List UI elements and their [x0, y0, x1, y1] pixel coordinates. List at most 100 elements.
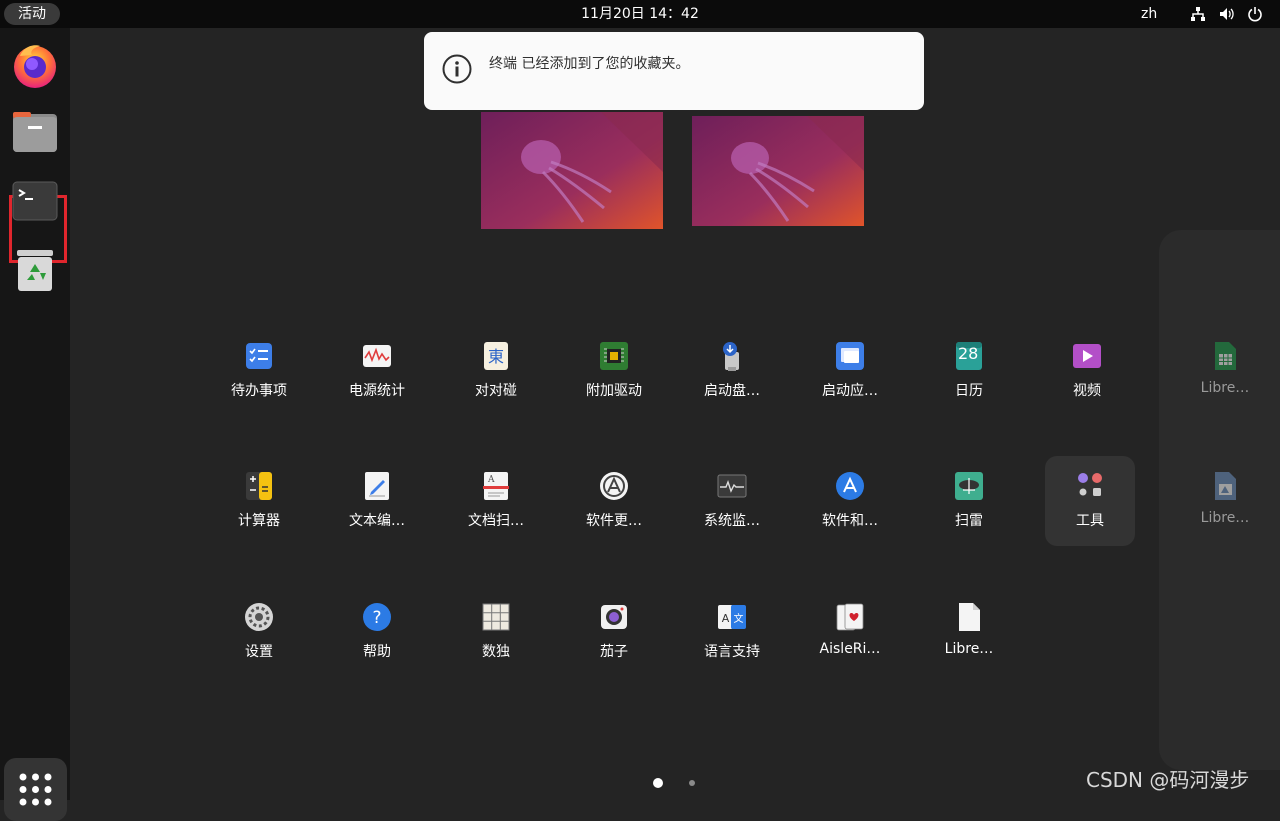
- sudoku-icon: [482, 603, 510, 631]
- app-startup-disk-creator[interactable]: 启动盘…: [687, 326, 777, 416]
- usb-disk-icon: [723, 342, 739, 371]
- app-cheese[interactable]: 茄子: [569, 587, 659, 677]
- app-todo[interactable]: 待办事项: [214, 326, 304, 416]
- grid-icon: [19, 773, 52, 806]
- power-statistics-icon: [363, 345, 391, 367]
- power-icon[interactable]: [1247, 6, 1263, 22]
- utilities-folder-icon: [1078, 473, 1102, 496]
- app-libreoffice[interactable]: Libre…: [924, 587, 1014, 677]
- spreadsheet-icon: [1215, 342, 1236, 370]
- app-calculator[interactable]: 计算器: [214, 456, 304, 546]
- app-mahjongg[interactable]: 東 对对碰: [451, 326, 541, 416]
- notification-banner[interactable]: 终端 已经添加到了您的收藏夹。: [424, 32, 924, 110]
- app-system-monitor[interactable]: 系统监…: [687, 456, 777, 546]
- calendar-day: 28: [958, 344, 979, 363]
- app-label: 设置: [245, 644, 273, 660]
- app-libreoffice-calc[interactable]: Libre…: [1180, 326, 1270, 416]
- app-startup-applications[interactable]: 启动应…: [805, 326, 895, 416]
- workspace-thumbnail-1[interactable]: [481, 112, 663, 229]
- startup-apps-icon: [836, 342, 864, 370]
- app-label: AisleRi…: [819, 641, 881, 657]
- svg-text:A: A: [722, 612, 730, 625]
- app-mines[interactable]: 扫雷: [924, 456, 1014, 546]
- files-icon[interactable]: [10, 106, 60, 156]
- app-label: 视频: [1073, 383, 1101, 399]
- app-libreoffice-draw[interactable]: Libre…: [1180, 456, 1270, 546]
- app-folder-utilities[interactable]: 工具: [1045, 456, 1135, 546]
- clock-area: 11月20日 14：42: [0, 0, 1280, 28]
- app-software-and-updates[interactable]: 软件和…: [805, 456, 895, 546]
- app-label: 启动应…: [822, 383, 878, 399]
- app-settings[interactable]: 设置: [214, 587, 304, 677]
- watermark: CSDN @码河漫步: [1086, 768, 1250, 792]
- activities-button[interactable]: 活动: [4, 3, 60, 25]
- app-additional-drivers[interactable]: 附加驱动: [569, 326, 659, 416]
- app-label: 软件和…: [822, 513, 878, 529]
- firefox-icon[interactable]: [10, 40, 60, 90]
- text-editor-icon: [365, 472, 389, 500]
- help-icon: ?: [363, 603, 391, 631]
- scanner-icon: A: [483, 472, 509, 500]
- app-label: 待办事项: [231, 383, 287, 399]
- volume-icon[interactable]: [1219, 6, 1235, 22]
- mines-icon: [955, 472, 983, 500]
- software-updates-icon: [836, 472, 864, 500]
- software-updater-icon: [600, 472, 628, 500]
- svg-text:文: 文: [734, 612, 744, 625]
- mahjongg-icon: 東: [484, 342, 508, 370]
- app-text-editor[interactable]: 文本编…: [332, 456, 422, 546]
- app-label: 文档扫…: [468, 513, 524, 529]
- app-label: 日历: [955, 383, 983, 399]
- info-icon: [442, 54, 472, 84]
- terminal-icon[interactable]: [10, 176, 60, 226]
- svg-text:A: A: [487, 475, 495, 485]
- video-icon: [1073, 344, 1101, 368]
- app-sudoku[interactable]: 数独: [451, 587, 541, 677]
- app-videos[interactable]: 视频: [1042, 326, 1132, 416]
- system-monitor-icon: [717, 474, 747, 498]
- webcam-icon: [601, 605, 627, 629]
- chip-icon: [600, 342, 628, 370]
- show-applications-button[interactable]: [4, 758, 67, 821]
- app-label: 工具: [1076, 513, 1104, 529]
- page-dot-2[interactable]: [689, 780, 695, 786]
- app-calendar[interactable]: 28 日历: [924, 326, 1014, 416]
- app-label: 系统监…: [704, 513, 760, 529]
- app-label: 计算器: [238, 513, 280, 529]
- app-label: 扫雷: [955, 513, 983, 529]
- svg-text:?: ?: [372, 608, 381, 628]
- svg-text:東: 東: [488, 347, 504, 366]
- app-label: 对对碰: [475, 383, 517, 399]
- app-software-updater[interactable]: 软件更…: [569, 456, 659, 546]
- network-icon[interactable]: [1190, 6, 1206, 22]
- settings-gear-icon: [245, 603, 273, 631]
- app-power-statistics[interactable]: 电源统计: [332, 326, 422, 416]
- app-label: 附加驱动: [586, 383, 642, 399]
- calculator-icon: [246, 472, 272, 500]
- app-label: 数独: [482, 644, 510, 660]
- app-label: Libre…: [1200, 510, 1250, 526]
- notification-text: 终端 已经添加到了您的收藏夹。: [489, 56, 690, 72]
- workspace-thumbnail-2[interactable]: [692, 116, 864, 226]
- top-bar: 活动 11月20日 14：42 zh: [0, 0, 1280, 28]
- document-icon: [959, 603, 980, 631]
- language-icon: A 文: [718, 605, 746, 629]
- app-label: 帮助: [363, 644, 391, 660]
- app-label: Libre…: [944, 641, 994, 657]
- dock: [0, 28, 70, 821]
- todo-icon: [246, 343, 272, 369]
- app-document-scanner[interactable]: A 文档扫…: [451, 456, 541, 546]
- drawing-doc-icon: [1215, 472, 1236, 500]
- app-label: 软件更…: [586, 513, 642, 529]
- app-label: 语言支持: [704, 644, 760, 660]
- app-label: Libre…: [1200, 380, 1250, 396]
- input-language-indicator[interactable]: zh: [1141, 0, 1157, 28]
- trash-icon[interactable]: [10, 246, 60, 296]
- clock[interactable]: 11月20日 14：42: [581, 6, 699, 22]
- page-dot-1[interactable]: [653, 778, 663, 788]
- app-label: 茄子: [600, 644, 628, 660]
- app-label: 启动盘…: [704, 383, 760, 399]
- app-help[interactable]: ? 帮助: [332, 587, 422, 677]
- app-aisleriot[interactable]: AisleRi…: [805, 587, 895, 677]
- app-language-support[interactable]: A 文 语言支持: [687, 587, 777, 677]
